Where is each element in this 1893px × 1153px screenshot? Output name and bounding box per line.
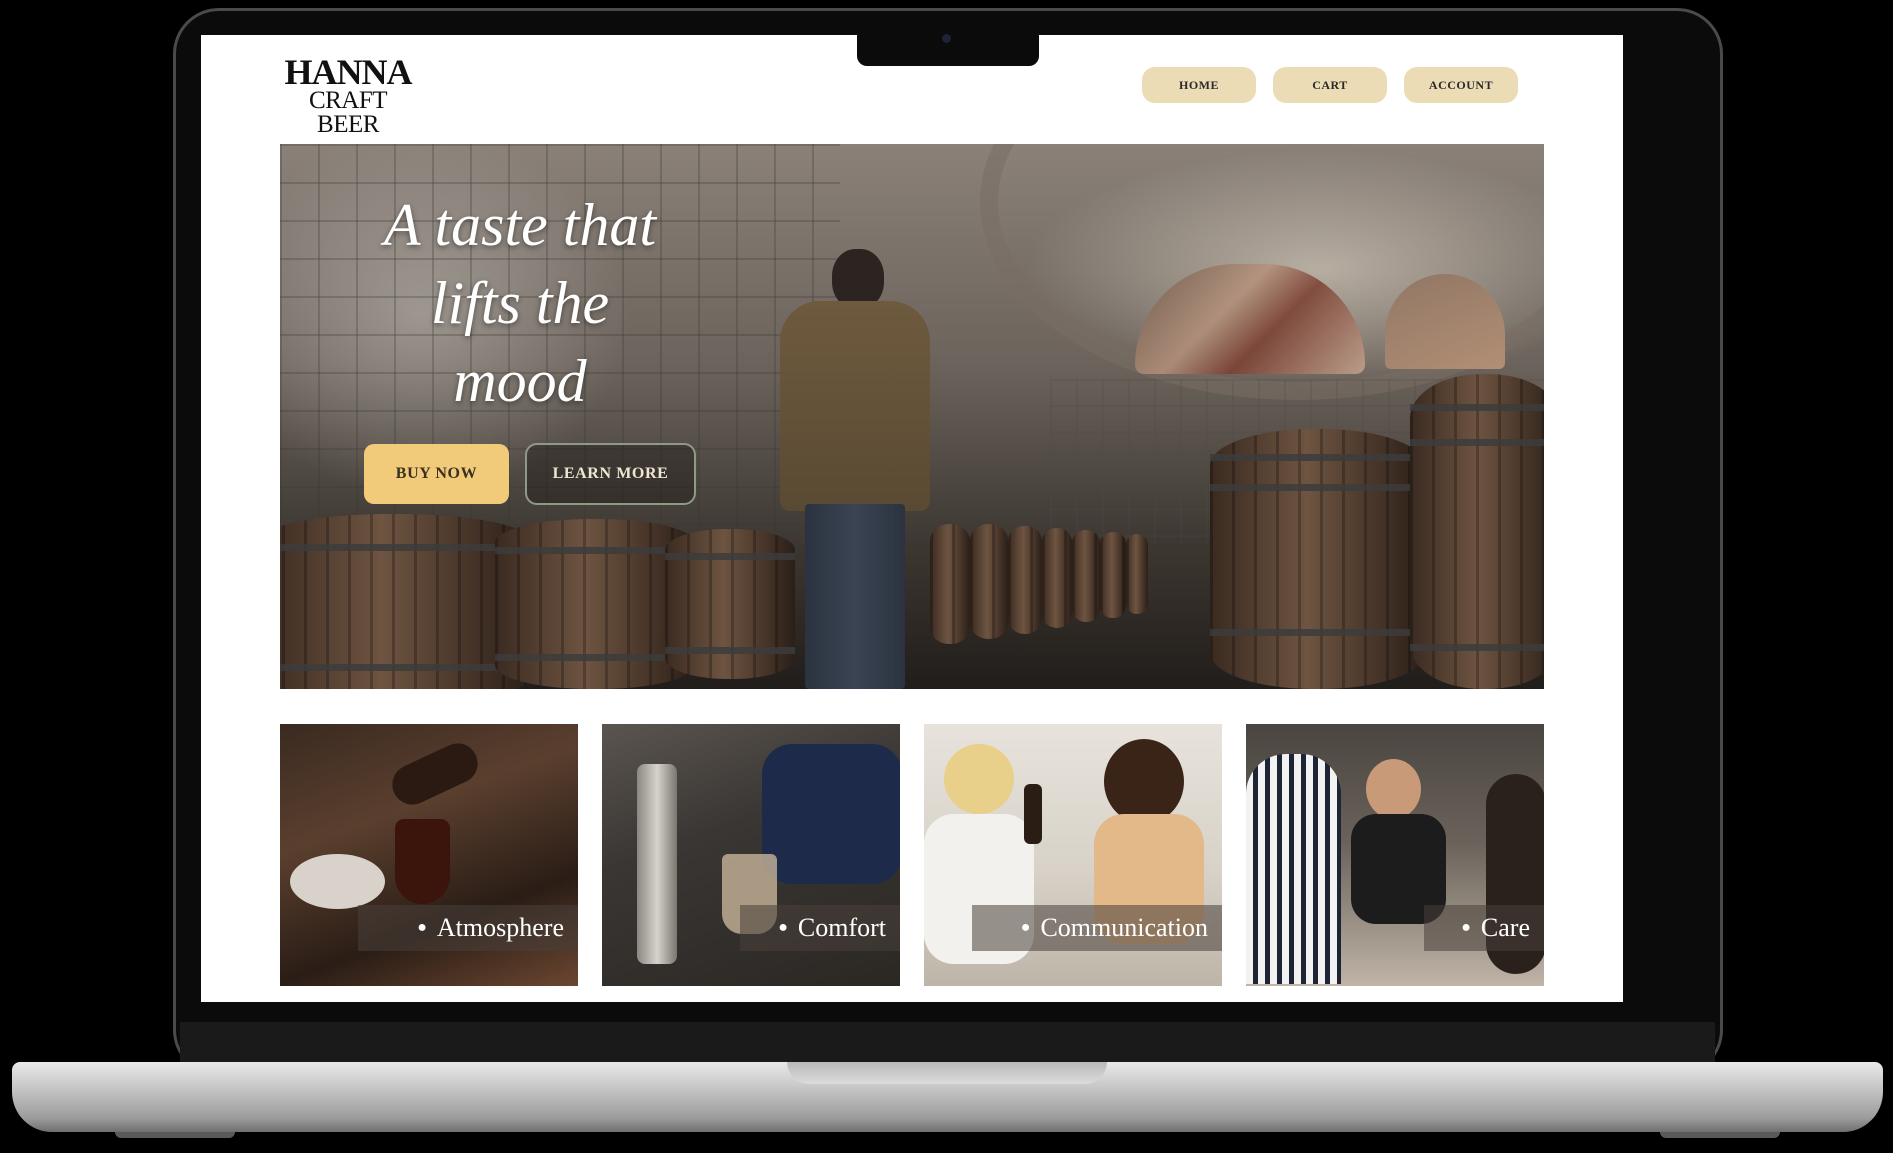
brand-name: HANNA <box>284 52 413 92</box>
feature-label: Atmosphere <box>436 913 564 942</box>
feature-card-comfort[interactable]: ● Comfort <box>602 724 900 986</box>
bottle-image <box>385 736 485 812</box>
beer-glass-image <box>395 819 450 904</box>
bullet-icon: ● <box>1461 919 1471 936</box>
top-nav: HOME CART ACCOUNT <box>1142 67 1522 103</box>
laptop-screen: HANNA CRAFT BEER HOME CART ACCOUNT A tas… <box>201 35 1623 1002</box>
person-image <box>1366 759 1421 819</box>
feature-caption: ● Care <box>1424 905 1544 951</box>
bullet-icon: ● <box>778 919 788 936</box>
person-image <box>944 744 1014 814</box>
laptop-bottom-bezel <box>180 1022 1715 1062</box>
laptop-foot-left <box>115 1132 235 1138</box>
hero-headline-line: A taste that <box>383 192 657 258</box>
bottle-image <box>1024 784 1042 844</box>
feature-label: Care <box>1480 913 1530 942</box>
person-image <box>1246 754 1341 984</box>
feature-card-care[interactable]: ● Care <box>1246 724 1544 986</box>
brand-tagline: CRAFT BEER <box>308 87 388 138</box>
feature-caption: ● Atmosphere <box>358 905 578 951</box>
barrel <box>1100 532 1126 618</box>
laptop-foot-right <box>1660 1132 1780 1138</box>
account-button[interactable]: ACCOUNT <box>1404 67 1518 103</box>
buy-now-button[interactable]: BUY NOW <box>364 444 509 504</box>
feature-caption: ● Communication <box>972 905 1222 951</box>
barrel <box>1410 374 1544 689</box>
hero-headline-line: lifts the <box>430 270 610 336</box>
bullet-icon: ● <box>417 919 427 936</box>
beer-tap-image <box>637 764 677 964</box>
laptop-opening-notch <box>787 1062 1107 1084</box>
person-image <box>1104 739 1184 824</box>
feature-label: Communication <box>1040 913 1208 942</box>
barrel <box>280 514 530 689</box>
hero-banner: A taste that lifts the mood BUY NOW LEAR… <box>280 144 1544 689</box>
brand-logo[interactable]: HANNA CRAFT BEER <box>278 52 418 138</box>
hero-headline: A taste that lifts the mood <box>370 186 670 420</box>
barrel <box>1210 429 1425 689</box>
feature-card-atmosphere[interactable]: ● Atmosphere <box>280 724 578 986</box>
barrel <box>1008 526 1042 634</box>
barrel <box>1042 528 1072 628</box>
barrel <box>1126 534 1148 614</box>
camera-icon <box>942 34 951 43</box>
hero-headline-line: mood <box>453 348 587 414</box>
home-button[interactable]: HOME <box>1142 67 1256 103</box>
feature-card-communication[interactable]: ● Communication <box>924 724 1222 986</box>
feature-label: Comfort <box>797 913 886 942</box>
cart-button[interactable]: CART <box>1273 67 1387 103</box>
dessert-plate-image <box>290 854 385 909</box>
barrel <box>1072 530 1100 622</box>
bartender-image <box>762 744 900 884</box>
barrel <box>970 524 1008 639</box>
brewer-figure <box>760 249 950 689</box>
learn-more-button[interactable]: LEARN MORE <box>525 443 696 505</box>
feature-caption: ● Comfort <box>740 905 900 951</box>
bullet-icon: ● <box>1020 919 1031 936</box>
